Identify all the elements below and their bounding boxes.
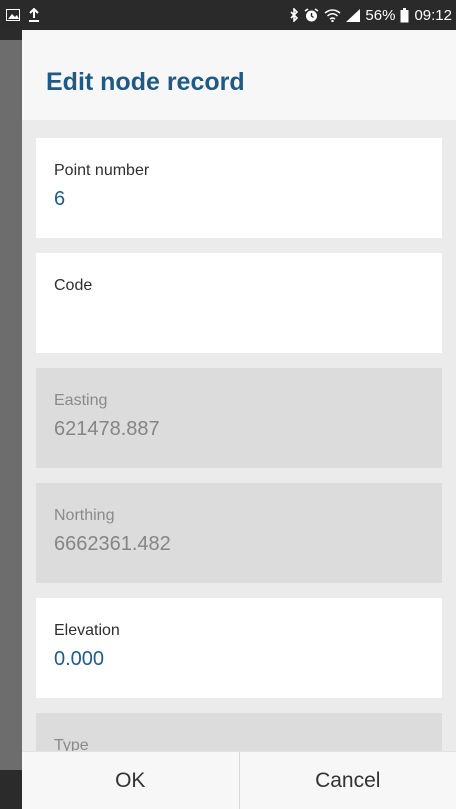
dialog-header: Edit node record (22, 30, 456, 120)
code-field[interactable]: Code (36, 253, 442, 353)
easting-field: Easting 621478.887 (36, 368, 442, 468)
northing-label: Northing (54, 507, 115, 524)
easting-value: 621478.887 (54, 418, 160, 440)
elevation-value[interactable]: 0.000 (54, 648, 442, 672)
bluetooth-icon (289, 8, 299, 22)
upload-icon (28, 8, 40, 22)
point-number-value[interactable]: 6 (54, 188, 442, 212)
elevation-field[interactable]: Elevation 0.000 (36, 598, 442, 698)
edit-node-dialog: Edit node record Point number 6 Code Eas… (22, 30, 456, 809)
northing-value: 6662361.482 (54, 533, 171, 555)
northing-field: Northing 6662361.482 (36, 483, 442, 583)
clock: 09:12 (414, 6, 452, 24)
battery-percent: 56% (365, 6, 396, 24)
dialog-button-bar: OK Cancel (22, 751, 456, 809)
cancel-button[interactable]: Cancel (240, 752, 456, 809)
ok-button[interactable]: OK (22, 752, 239, 809)
signal-icon (346, 8, 361, 22)
elevation-label: Elevation (54, 622, 120, 639)
status-bar: 56% 09:12 (0, 0, 456, 30)
alarm-icon (304, 7, 319, 23)
point-number-field[interactable]: Point number 6 (36, 138, 442, 238)
dialog-title: Edit node record (46, 68, 245, 96)
point-number-label: Point number (54, 162, 150, 179)
wifi-icon (324, 8, 341, 22)
battery-icon (400, 7, 409, 23)
easting-label: Easting (54, 392, 108, 409)
code-value[interactable] (54, 303, 442, 327)
gallery-icon (6, 9, 20, 21)
background-app-edge-left (0, 40, 22, 770)
code-label: Code (54, 277, 93, 294)
